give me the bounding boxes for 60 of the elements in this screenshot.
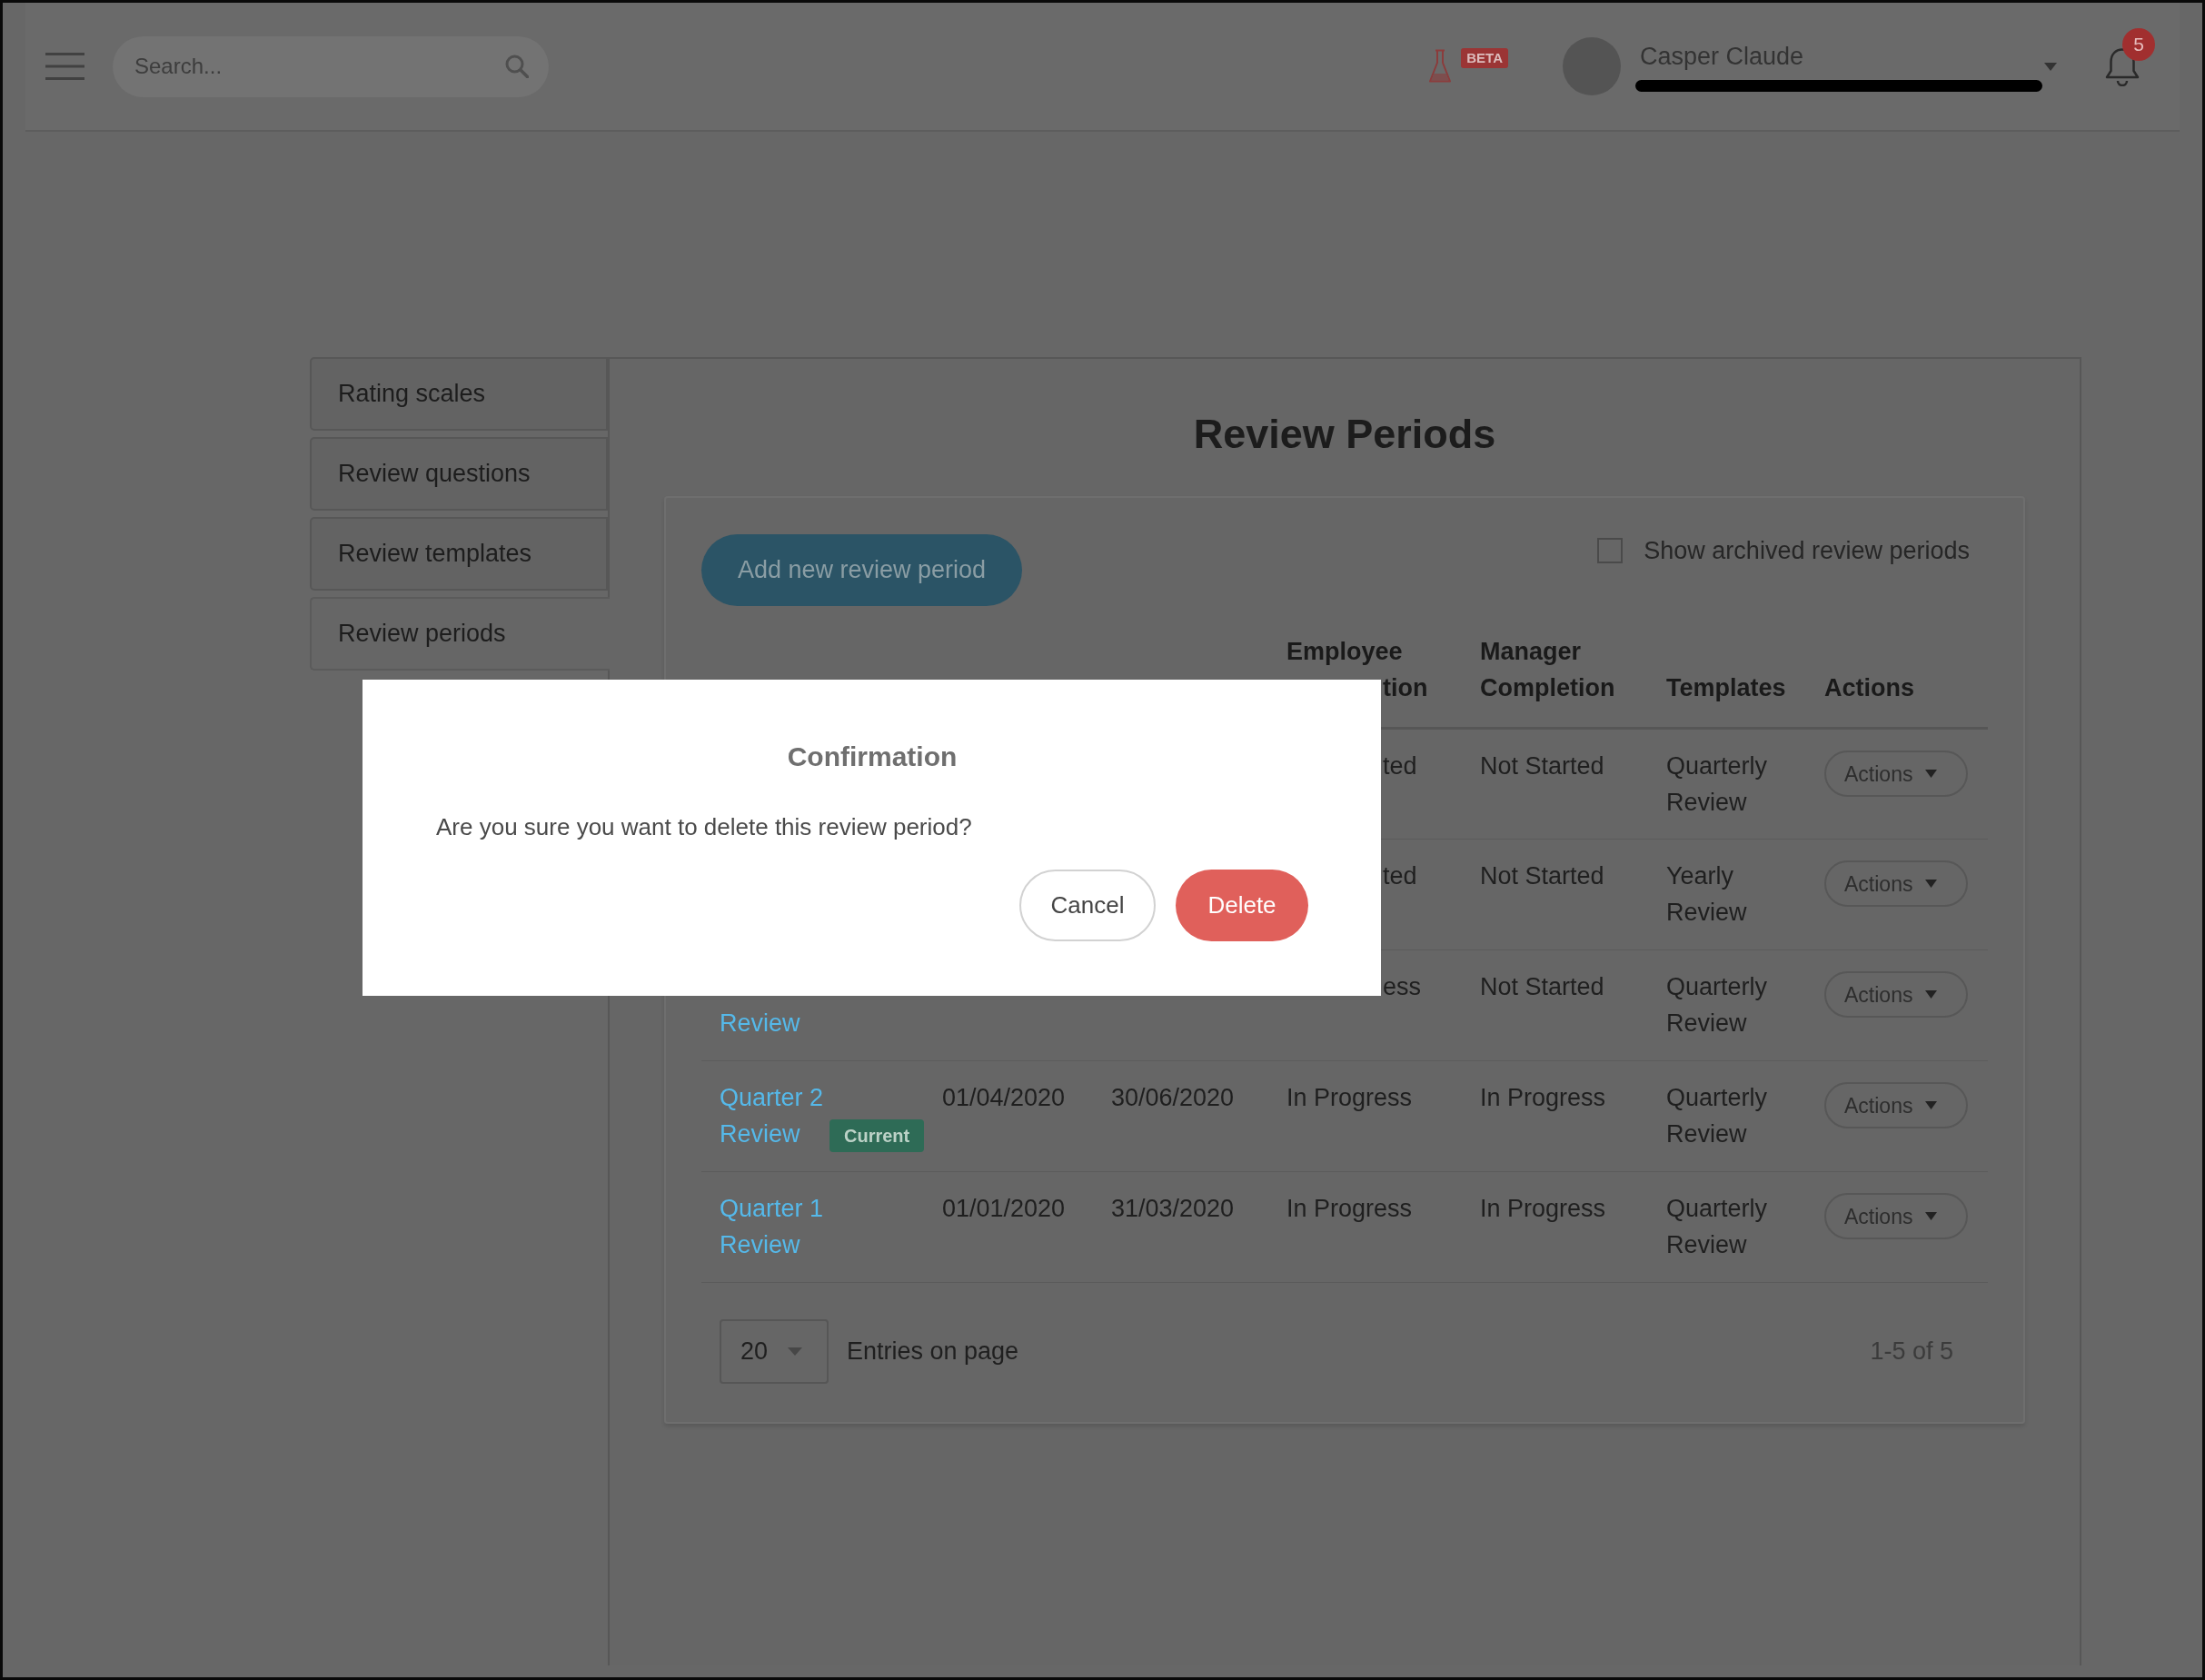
actions-button[interactable]: Actions xyxy=(1824,971,1968,1018)
table-cell: Quarterly Review xyxy=(1666,1195,1768,1258)
caret-icon xyxy=(1925,1212,1938,1220)
column-header: Employee xyxy=(1286,638,1403,665)
add-button[interactable]: Add new review period xyxy=(701,534,1022,606)
sidebar-item[interactable]: Review periods xyxy=(310,597,610,671)
caret-icon xyxy=(1925,880,1938,888)
notification-badge: 5 xyxy=(2122,28,2155,61)
delete-button[interactable]: Delete xyxy=(1176,870,1308,941)
flask-icon[interactable] xyxy=(1428,49,1453,84)
table-cell: Quarterly Review xyxy=(1666,1084,1768,1148)
page-title: Review Periods xyxy=(1193,410,1496,459)
table-cell: 31/03/2020 xyxy=(1111,1195,1235,1222)
sidebar-item[interactable]: Review questions xyxy=(310,437,608,511)
entries-label: Entries on page xyxy=(847,1337,1019,1367)
table-cell-text: ted xyxy=(1383,751,1417,781)
table-cell: In Progress xyxy=(1480,1084,1606,1111)
sidebar-item[interactable]: Rating scales xyxy=(310,357,608,431)
checkbox[interactable] xyxy=(1597,538,1624,563)
review-period-link[interactable]: Quarter 2 Review xyxy=(720,1079,824,1152)
table-cell: In Progress xyxy=(1286,1084,1413,1111)
table-cell: Not Started xyxy=(1480,973,1604,1000)
caret-icon xyxy=(1925,770,1938,778)
caret-icon xyxy=(1925,990,1938,999)
caret-icon xyxy=(788,1347,803,1356)
caret-icon[interactable] xyxy=(2044,62,2057,71)
caret-icon xyxy=(1925,1101,1938,1109)
review-period-link[interactable]: Quarter 1 Review xyxy=(720,1190,824,1263)
column-header: Manager Completion xyxy=(1480,638,1615,701)
cancel-button[interactable]: Cancel xyxy=(1019,870,1156,941)
review-period-link[interactable]: Review xyxy=(720,1005,800,1041)
table-cell: Quarterly Review xyxy=(1666,752,1768,816)
page-size-select[interactable]: 20 xyxy=(720,1319,829,1384)
actions-button[interactable]: Actions xyxy=(1824,1082,1968,1128)
table-cell: 01/04/2020 xyxy=(942,1084,1066,1111)
actions-button[interactable]: Actions xyxy=(1824,860,1968,907)
table-cell: Not Started xyxy=(1480,862,1604,890)
table-cell: Quarterly Review xyxy=(1666,973,1768,1037)
column-header: Templates xyxy=(1666,674,1786,701)
table-cell: 30/06/2020 xyxy=(1111,1084,1235,1111)
actions-button[interactable]: Actions xyxy=(1824,751,1968,797)
dialog-message: Are you sure you want to delete this review period? xyxy=(436,812,972,842)
dialog-title: Confirmation xyxy=(787,741,958,773)
actions-button[interactable]: Actions xyxy=(1824,1193,1968,1239)
sidebar-item[interactable]: Review templates xyxy=(310,517,608,591)
status-badge: Current xyxy=(829,1119,925,1152)
column-header: tion xyxy=(1383,673,1428,703)
table-cell: Yearly Review xyxy=(1666,862,1747,926)
column-header: Actions xyxy=(1824,674,1914,701)
table-cell: Not Started xyxy=(1480,752,1604,780)
beta-badge: BETA xyxy=(1461,48,1508,68)
user-name[interactable]: Casper Claude xyxy=(1640,41,1804,71)
menu-icon[interactable] xyxy=(45,53,84,80)
table-cell: In Progress xyxy=(1286,1195,1413,1222)
checkbox-label[interactable]: Show archived review periods xyxy=(1644,536,1970,565)
table-cell: 01/01/2020 xyxy=(942,1195,1066,1222)
search-icon[interactable] xyxy=(505,54,529,78)
table-cell: In Progress xyxy=(1480,1195,1606,1222)
table-cell-text: ess xyxy=(1383,972,1422,1002)
table-cell-text: ted xyxy=(1383,861,1417,891)
